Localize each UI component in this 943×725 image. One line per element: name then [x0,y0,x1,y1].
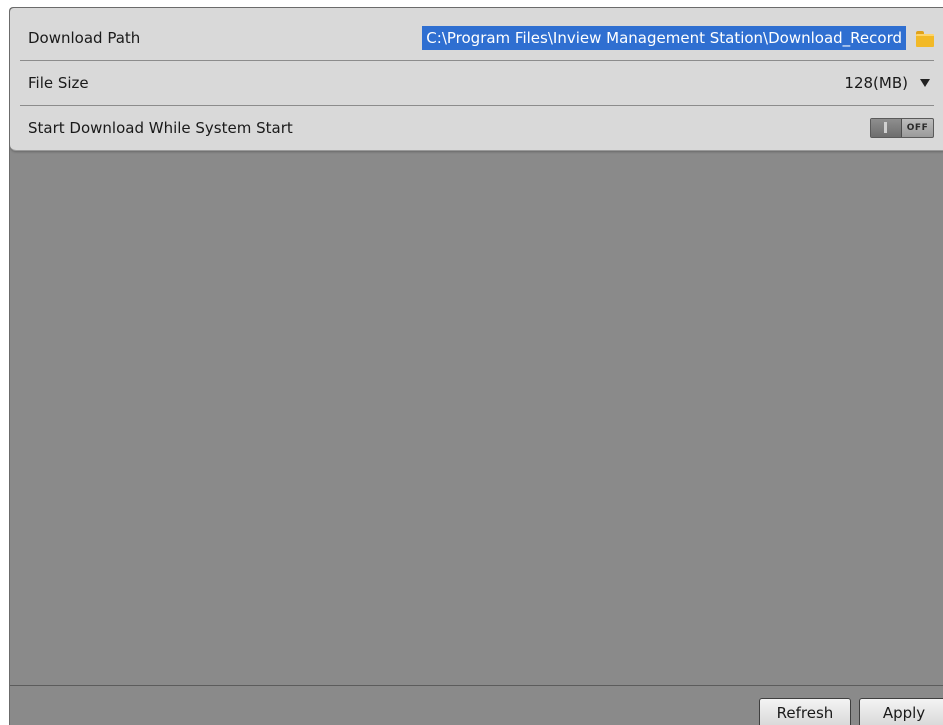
download-path-row: Download Path C:\Program Files\Inview Ma… [20,16,934,61]
download-settings-panel: Download Path C:\Program Files\Inview Ma… [10,8,943,151]
folder-body [916,34,934,47]
file-size-label: File Size [28,74,89,92]
bottom-action-bar: Refresh Apply [10,685,943,725]
apply-button[interactable]: Apply [859,698,943,725]
file-size-row: File Size 128(MB) [20,61,934,106]
file-size-value: 128(MB) [844,74,908,92]
download-path-field[interactable]: C:\Program Files\Inview Management Stati… [422,26,906,50]
start-download-label: Start Download While System Start [28,119,293,137]
dropdown-arrow-icon[interactable] [920,79,930,87]
file-size-select[interactable]: 128(MB) [844,74,934,92]
download-path-label: Download Path [28,29,141,47]
folder-icon[interactable] [916,31,934,47]
refresh-button[interactable]: Refresh [759,698,851,725]
start-download-toggle[interactable]: OFF [870,118,934,138]
toggle-knob [871,119,902,137]
download-path-controls: C:\Program Files\Inview Management Stati… [422,26,934,50]
start-download-row: Start Download While System Start OFF [20,106,934,150]
toggle-state-text: OFF [906,123,929,133]
settings-window: Download Path C:\Program Files\Inview Ma… [9,7,943,725]
